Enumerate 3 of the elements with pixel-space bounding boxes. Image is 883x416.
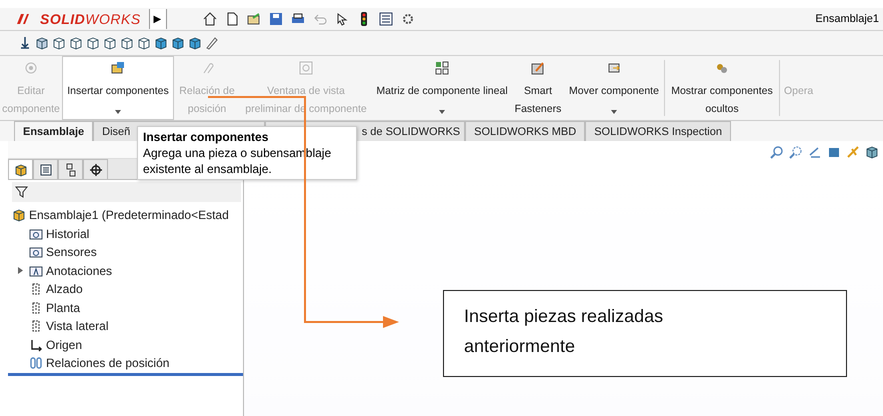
- logo: SOLIDWORKS: [40, 11, 141, 27]
- document-title: Ensamblaje1: [815, 13, 880, 25]
- callout-text: Inserta piezas realizadas anteriormente: [464, 305, 664, 358]
